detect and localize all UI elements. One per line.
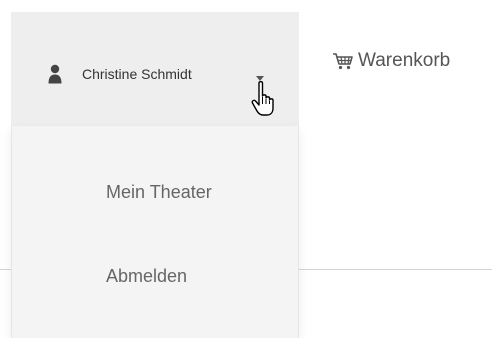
shopping-cart-icon — [333, 53, 353, 70]
page: Christine Schmidt Warenkorb Mein Theater… — [0, 0, 492, 338]
user-icon — [48, 64, 62, 84]
user-dropdown-menu: Mein Theater Abmelden — [11, 126, 299, 338]
user-name: Christine Schmidt — [82, 66, 192, 82]
hand-pointer-cursor-icon — [251, 81, 274, 116]
menu-item-abmelden[interactable]: Abmelden — [106, 264, 187, 288]
cart-label: Warenkorb — [358, 50, 451, 71]
menu-item-mein-theater[interactable]: Mein Theater — [106, 180, 212, 204]
cart-link[interactable]: Warenkorb — [332, 48, 450, 74]
